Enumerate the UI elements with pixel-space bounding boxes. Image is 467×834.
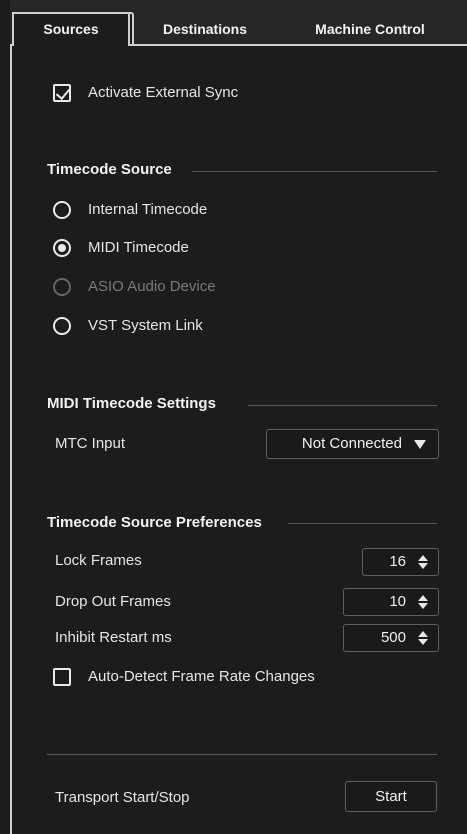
- midi-timecode-settings-title: MIDI Timecode Settings: [47, 395, 216, 412]
- tab-sources-label[interactable]: Sources: [14, 14, 128, 44]
- panel-border-top-right: [130, 44, 467, 46]
- internal-timecode-label: Internal Timecode: [88, 201, 208, 218]
- tab-sources-right-border: [128, 12, 130, 46]
- tab-destinations[interactable]: Destinations: [140, 14, 270, 44]
- midi-timecode-label: MIDI Timecode: [88, 239, 189, 256]
- activate-external-sync-checkbox[interactable]: [53, 84, 71, 102]
- drop-out-frames-label: Drop Out Frames: [55, 593, 171, 610]
- timecode-source-divider: [192, 171, 437, 172]
- transport-start-stop-label: Transport Start/Stop: [55, 789, 190, 806]
- chevron-down-icon: [414, 440, 426, 449]
- auto-detect-frame-rate-label: Auto-Detect Frame Rate Changes: [88, 668, 315, 685]
- preferences-divider: [288, 523, 437, 524]
- mtc-input-dropdown[interactable]: Not Connected: [266, 429, 439, 459]
- radio-vst-system-link[interactable]: [53, 317, 71, 335]
- mtc-input-label: MTC Input: [55, 435, 126, 452]
- radio-internal-timecode[interactable]: [53, 201, 71, 219]
- radio-asio-audio-device[interactable]: [53, 278, 71, 296]
- radio-midi-timecode[interactable]: [53, 239, 71, 257]
- panel-border-left: [10, 44, 12, 834]
- vst-system-link-label: VST System Link: [88, 317, 203, 334]
- lock-frames-value: 16: [389, 553, 406, 570]
- spin-arrows-icon[interactable]: [418, 631, 428, 645]
- spin-arrows-icon[interactable]: [418, 555, 428, 569]
- activate-external-sync-label: Activate External Sync: [88, 84, 239, 101]
- inhibit-restart-stepper[interactable]: 500: [343, 624, 439, 652]
- inhibit-restart-value: 500: [380, 629, 406, 646]
- mtc-input-value: Not Connected: [301, 435, 402, 452]
- timecode-source-preferences-title: Timecode Source Preferences: [47, 514, 262, 531]
- inhibit-restart-label: Inhibit Restart ms: [55, 629, 172, 646]
- asio-audio-device-label: ASIO Audio Device: [88, 278, 216, 295]
- lock-frames-stepper[interactable]: 16: [362, 548, 439, 576]
- tab-machine-control[interactable]: Machine Control: [290, 14, 450, 44]
- auto-detect-frame-rate-checkbox[interactable]: [53, 668, 71, 686]
- transport-start-button[interactable]: Start: [345, 781, 437, 812]
- midi-settings-divider: [248, 405, 437, 406]
- spin-arrows-icon[interactable]: [418, 595, 428, 609]
- lock-frames-label: Lock Frames: [55, 552, 142, 569]
- drop-out-frames-value: 10: [389, 593, 406, 610]
- timecode-source-title: Timecode Source: [47, 161, 172, 178]
- drop-out-frames-stepper[interactable]: 10: [343, 588, 439, 616]
- transport-divider: [47, 754, 437, 755]
